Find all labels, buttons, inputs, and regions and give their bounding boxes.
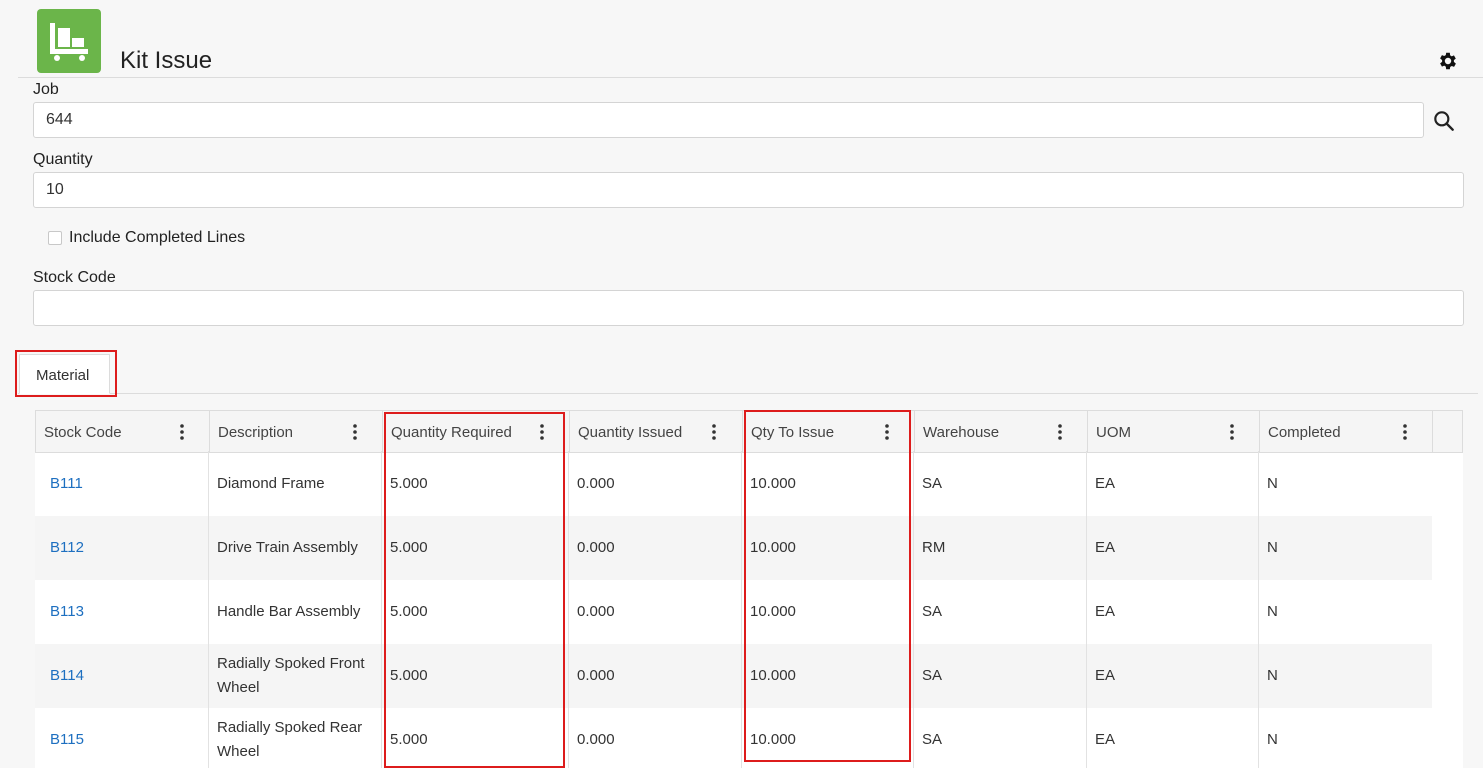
completed-cell: N [1267, 603, 1278, 620]
stock-code-label: Stock Code [33, 269, 116, 286]
column-header-label: Completed [1268, 424, 1341, 441]
header-divider [18, 77, 1483, 78]
page-title: Kit Issue [120, 47, 213, 74]
column-divider [209, 411, 210, 452]
quantity-issued-cell: 0.000 [577, 539, 615, 556]
warehouse-cell: SA [922, 603, 943, 620]
quantity-required-highlight [384, 412, 565, 768]
table-row[interactable]: B111 Diamond Frame 5.000 0.000 10.000 SA… [35, 452, 1432, 516]
table-row[interactable]: B112 Drive Train Assembly 5.000 0.000 10… [35, 516, 1432, 580]
description-cell: Radially Spoked Front Wheel [217, 655, 365, 696]
warehouse-cell: SA [922, 667, 943, 684]
uom-cell: EA [1095, 475, 1116, 492]
column-divider [569, 411, 570, 452]
job-label: Job [33, 81, 59, 98]
description-cell: Diamond Frame [217, 475, 325, 492]
trolley-icon [50, 23, 88, 61]
column-divider [382, 411, 383, 452]
qty-to-issue-highlight [744, 410, 911, 762]
column-menu-icon[interactable] [1052, 423, 1068, 441]
warehouse-cell: SA [922, 731, 943, 748]
column-divider [381, 451, 382, 768]
column-menu-icon[interactable] [1224, 423, 1240, 441]
completed-cell: N [1267, 539, 1278, 556]
completed-cell: N [1267, 667, 1278, 684]
column-header-label: Quantity Issued [578, 424, 683, 441]
column-menu-icon[interactable] [1397, 423, 1413, 441]
column-divider [1087, 411, 1088, 452]
column-divider [208, 451, 209, 768]
warehouse-cell: SA [922, 475, 943, 492]
material-tab-highlight [15, 350, 117, 397]
description-cell: Radially Spoked Rear Wheel [217, 719, 363, 760]
column-divider [1259, 411, 1260, 452]
stock-code-link[interactable]: B114 [35, 644, 208, 708]
column-header-label: Warehouse [923, 424, 1000, 441]
column-header-label: Stock Code [44, 424, 122, 441]
stock-code-link[interactable]: B112 [35, 516, 208, 580]
quantity-issued-cell: 0.000 [577, 667, 615, 684]
uom-cell: EA [1095, 731, 1116, 748]
stock-code-link[interactable]: B111 [35, 452, 208, 516]
quantity-label: Quantity [33, 151, 93, 168]
column-divider [913, 451, 914, 768]
stock-code-link[interactable]: B115 [35, 708, 208, 768]
quantity-issued-cell: 0.000 [577, 475, 615, 492]
description-cell: Handle Bar Assembly [217, 603, 361, 620]
table-row[interactable]: B114 Radially Spoked Front Wheel 5.000 0… [35, 644, 1432, 708]
quantity-issued-cell: 0.000 [577, 603, 615, 620]
column-menu-icon[interactable] [706, 423, 722, 441]
column-divider [1432, 411, 1433, 452]
column-header-label: Description [218, 424, 294, 441]
app-logo [37, 9, 101, 73]
include-completed-checkbox[interactable] [48, 231, 62, 245]
table-row[interactable]: B115 Radially Spoked Rear Wheel 5.000 0.… [35, 708, 1432, 768]
column-divider [568, 451, 569, 768]
column-header-label: UOM [1096, 424, 1131, 441]
column-divider [741, 451, 742, 768]
uom-cell: EA [1095, 603, 1116, 620]
completed-cell: N [1267, 475, 1278, 492]
column-menu-icon[interactable] [174, 423, 190, 441]
quantity-issued-cell: 0.000 [577, 731, 615, 748]
search-icon[interactable] [1431, 108, 1457, 134]
job-field[interactable] [33, 102, 1424, 138]
include-completed-label: Include Completed Lines [69, 229, 246, 246]
stock-code-field[interactable] [33, 290, 1464, 326]
description-cell: Drive Train Assembly [217, 539, 358, 556]
column-divider [742, 411, 743, 452]
tab-strip [18, 393, 1478, 394]
column-divider [1258, 451, 1259, 768]
column-menu-icon[interactable] [347, 423, 363, 441]
table-row[interactable]: B113 Handle Bar Assembly 5.000 0.000 10.… [35, 580, 1432, 644]
uom-cell: EA [1095, 667, 1116, 684]
uom-cell: EA [1095, 539, 1116, 556]
stock-code-link[interactable]: B113 [35, 580, 208, 644]
column-divider [1086, 451, 1087, 768]
column-divider [914, 411, 915, 452]
quantity-field[interactable] [33, 172, 1464, 208]
warehouse-cell: RM [922, 539, 946, 556]
completed-cell: N [1267, 731, 1278, 748]
gear-icon[interactable] [1437, 50, 1459, 72]
